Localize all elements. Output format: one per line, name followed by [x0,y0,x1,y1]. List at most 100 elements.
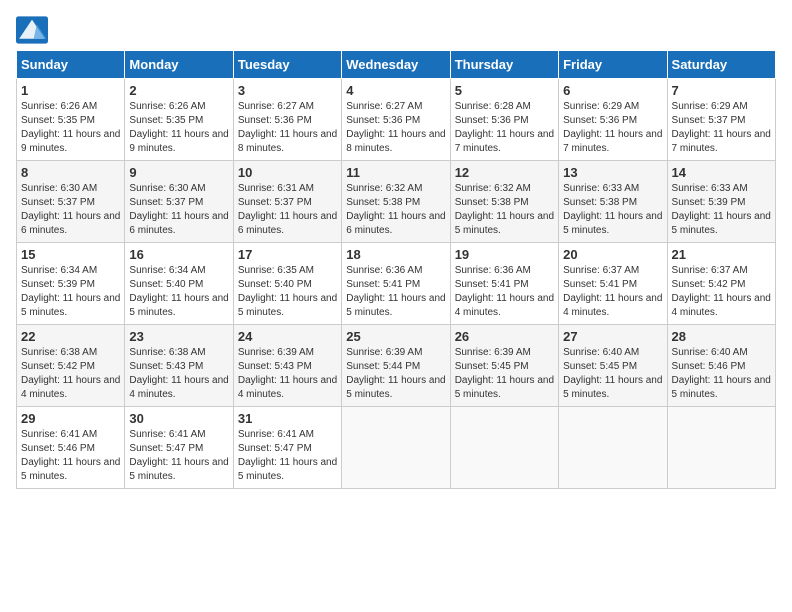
day-header-saturday: Saturday [667,51,775,79]
calendar-cell: 13 Sunrise: 6:33 AM Sunset: 5:38 PM Dayl… [559,161,667,243]
day-number: 19 [455,247,554,262]
calendar-cell: 3 Sunrise: 6:27 AM Sunset: 5:36 PM Dayli… [233,79,341,161]
calendar-cell: 19 Sunrise: 6:36 AM Sunset: 5:41 PM Dayl… [450,243,558,325]
calendar-cell [450,407,558,489]
day-number: 26 [455,329,554,344]
calendar-cell: 2 Sunrise: 6:26 AM Sunset: 5:35 PM Dayli… [125,79,233,161]
day-info: Sunrise: 6:39 AM Sunset: 5:44 PM Dayligh… [346,346,445,402]
calendar-cell: 16 Sunrise: 6:34 AM Sunset: 5:40 PM Dayl… [125,243,233,325]
calendar-cell: 23 Sunrise: 6:38 AM Sunset: 5:43 PM Dayl… [125,325,233,407]
day-info: Sunrise: 6:41 AM Sunset: 5:46 PM Dayligh… [21,428,120,484]
day-info: Sunrise: 6:35 AM Sunset: 5:40 PM Dayligh… [238,264,337,320]
day-info: Sunrise: 6:26 AM Sunset: 5:35 PM Dayligh… [129,100,228,156]
day-number: 7 [672,83,771,98]
day-header-wednesday: Wednesday [342,51,450,79]
day-number: 21 [672,247,771,262]
calendar-cell: 6 Sunrise: 6:29 AM Sunset: 5:36 PM Dayli… [559,79,667,161]
day-info: Sunrise: 6:34 AM Sunset: 5:39 PM Dayligh… [21,264,120,320]
calendar-cell: 17 Sunrise: 6:35 AM Sunset: 5:40 PM Dayl… [233,243,341,325]
calendar-cell: 20 Sunrise: 6:37 AM Sunset: 5:41 PM Dayl… [559,243,667,325]
calendar-cell: 24 Sunrise: 6:39 AM Sunset: 5:43 PM Dayl… [233,325,341,407]
day-number: 10 [238,165,337,180]
day-info: Sunrise: 6:41 AM Sunset: 5:47 PM Dayligh… [129,428,228,484]
day-number: 29 [21,411,120,426]
day-number: 31 [238,411,337,426]
day-info: Sunrise: 6:28 AM Sunset: 5:36 PM Dayligh… [455,100,554,156]
day-info: Sunrise: 6:39 AM Sunset: 5:45 PM Dayligh… [455,346,554,402]
calendar-cell: 1 Sunrise: 6:26 AM Sunset: 5:35 PM Dayli… [17,79,125,161]
day-number: 2 [129,83,228,98]
calendar-cell [559,407,667,489]
day-number: 8 [21,165,120,180]
day-info: Sunrise: 6:29 AM Sunset: 5:37 PM Dayligh… [672,100,771,156]
day-header-sunday: Sunday [17,51,125,79]
day-info: Sunrise: 6:37 AM Sunset: 5:42 PM Dayligh… [672,264,771,320]
day-number: 6 [563,83,662,98]
day-number: 20 [563,247,662,262]
day-info: Sunrise: 6:30 AM Sunset: 5:37 PM Dayligh… [21,182,120,238]
day-number: 27 [563,329,662,344]
day-info: Sunrise: 6:40 AM Sunset: 5:45 PM Dayligh… [563,346,662,402]
calendar-cell: 29 Sunrise: 6:41 AM Sunset: 5:46 PM Dayl… [17,407,125,489]
calendar-cell: 9 Sunrise: 6:30 AM Sunset: 5:37 PM Dayli… [125,161,233,243]
week-row-1: 1 Sunrise: 6:26 AM Sunset: 5:35 PM Dayli… [17,79,776,161]
day-number: 18 [346,247,445,262]
logo-icon [16,16,48,44]
day-info: Sunrise: 6:38 AM Sunset: 5:43 PM Dayligh… [129,346,228,402]
day-number: 12 [455,165,554,180]
calendar-cell: 30 Sunrise: 6:41 AM Sunset: 5:47 PM Dayl… [125,407,233,489]
day-number: 13 [563,165,662,180]
calendar-cell [667,407,775,489]
day-info: Sunrise: 6:30 AM Sunset: 5:37 PM Dayligh… [129,182,228,238]
day-number: 5 [455,83,554,98]
calendar-cell: 25 Sunrise: 6:39 AM Sunset: 5:44 PM Dayl… [342,325,450,407]
day-number: 11 [346,165,445,180]
calendar-cell: 28 Sunrise: 6:40 AM Sunset: 5:46 PM Dayl… [667,325,775,407]
calendar-cell: 31 Sunrise: 6:41 AM Sunset: 5:47 PM Dayl… [233,407,341,489]
day-info: Sunrise: 6:29 AM Sunset: 5:36 PM Dayligh… [563,100,662,156]
day-info: Sunrise: 6:38 AM Sunset: 5:42 PM Dayligh… [21,346,120,402]
day-number: 28 [672,329,771,344]
calendar-cell: 7 Sunrise: 6:29 AM Sunset: 5:37 PM Dayli… [667,79,775,161]
day-header-thursday: Thursday [450,51,558,79]
page-header [16,16,776,44]
day-info: Sunrise: 6:27 AM Sunset: 5:36 PM Dayligh… [346,100,445,156]
calendar-cell: 11 Sunrise: 6:32 AM Sunset: 5:38 PM Dayl… [342,161,450,243]
day-number: 16 [129,247,228,262]
day-number: 25 [346,329,445,344]
calendar-table: SundayMondayTuesdayWednesdayThursdayFrid… [16,50,776,489]
day-info: Sunrise: 6:39 AM Sunset: 5:43 PM Dayligh… [238,346,337,402]
day-info: Sunrise: 6:34 AM Sunset: 5:40 PM Dayligh… [129,264,228,320]
day-info: Sunrise: 6:32 AM Sunset: 5:38 PM Dayligh… [346,182,445,238]
calendar-cell: 21 Sunrise: 6:37 AM Sunset: 5:42 PM Dayl… [667,243,775,325]
day-number: 15 [21,247,120,262]
day-header-friday: Friday [559,51,667,79]
logo [16,16,52,44]
day-info: Sunrise: 6:27 AM Sunset: 5:36 PM Dayligh… [238,100,337,156]
calendar-cell: 22 Sunrise: 6:38 AM Sunset: 5:42 PM Dayl… [17,325,125,407]
day-number: 23 [129,329,228,344]
day-info: Sunrise: 6:31 AM Sunset: 5:37 PM Dayligh… [238,182,337,238]
calendar-cell: 18 Sunrise: 6:36 AM Sunset: 5:41 PM Dayl… [342,243,450,325]
day-number: 22 [21,329,120,344]
day-info: Sunrise: 6:37 AM Sunset: 5:41 PM Dayligh… [563,264,662,320]
day-info: Sunrise: 6:40 AM Sunset: 5:46 PM Dayligh… [672,346,771,402]
calendar-cell: 14 Sunrise: 6:33 AM Sunset: 5:39 PM Dayl… [667,161,775,243]
calendar-cell: 26 Sunrise: 6:39 AM Sunset: 5:45 PM Dayl… [450,325,558,407]
day-info: Sunrise: 6:32 AM Sunset: 5:38 PM Dayligh… [455,182,554,238]
day-info: Sunrise: 6:36 AM Sunset: 5:41 PM Dayligh… [346,264,445,320]
day-number: 24 [238,329,337,344]
calendar-cell: 27 Sunrise: 6:40 AM Sunset: 5:45 PM Dayl… [559,325,667,407]
day-info: Sunrise: 6:26 AM Sunset: 5:35 PM Dayligh… [21,100,120,156]
day-info: Sunrise: 6:36 AM Sunset: 5:41 PM Dayligh… [455,264,554,320]
day-number: 30 [129,411,228,426]
week-row-3: 15 Sunrise: 6:34 AM Sunset: 5:39 PM Dayl… [17,243,776,325]
calendar-cell [342,407,450,489]
day-number: 9 [129,165,228,180]
calendar-cell: 8 Sunrise: 6:30 AM Sunset: 5:37 PM Dayli… [17,161,125,243]
day-info: Sunrise: 6:41 AM Sunset: 5:47 PM Dayligh… [238,428,337,484]
day-info: Sunrise: 6:33 AM Sunset: 5:39 PM Dayligh… [672,182,771,238]
day-number: 3 [238,83,337,98]
day-info: Sunrise: 6:33 AM Sunset: 5:38 PM Dayligh… [563,182,662,238]
day-number: 4 [346,83,445,98]
